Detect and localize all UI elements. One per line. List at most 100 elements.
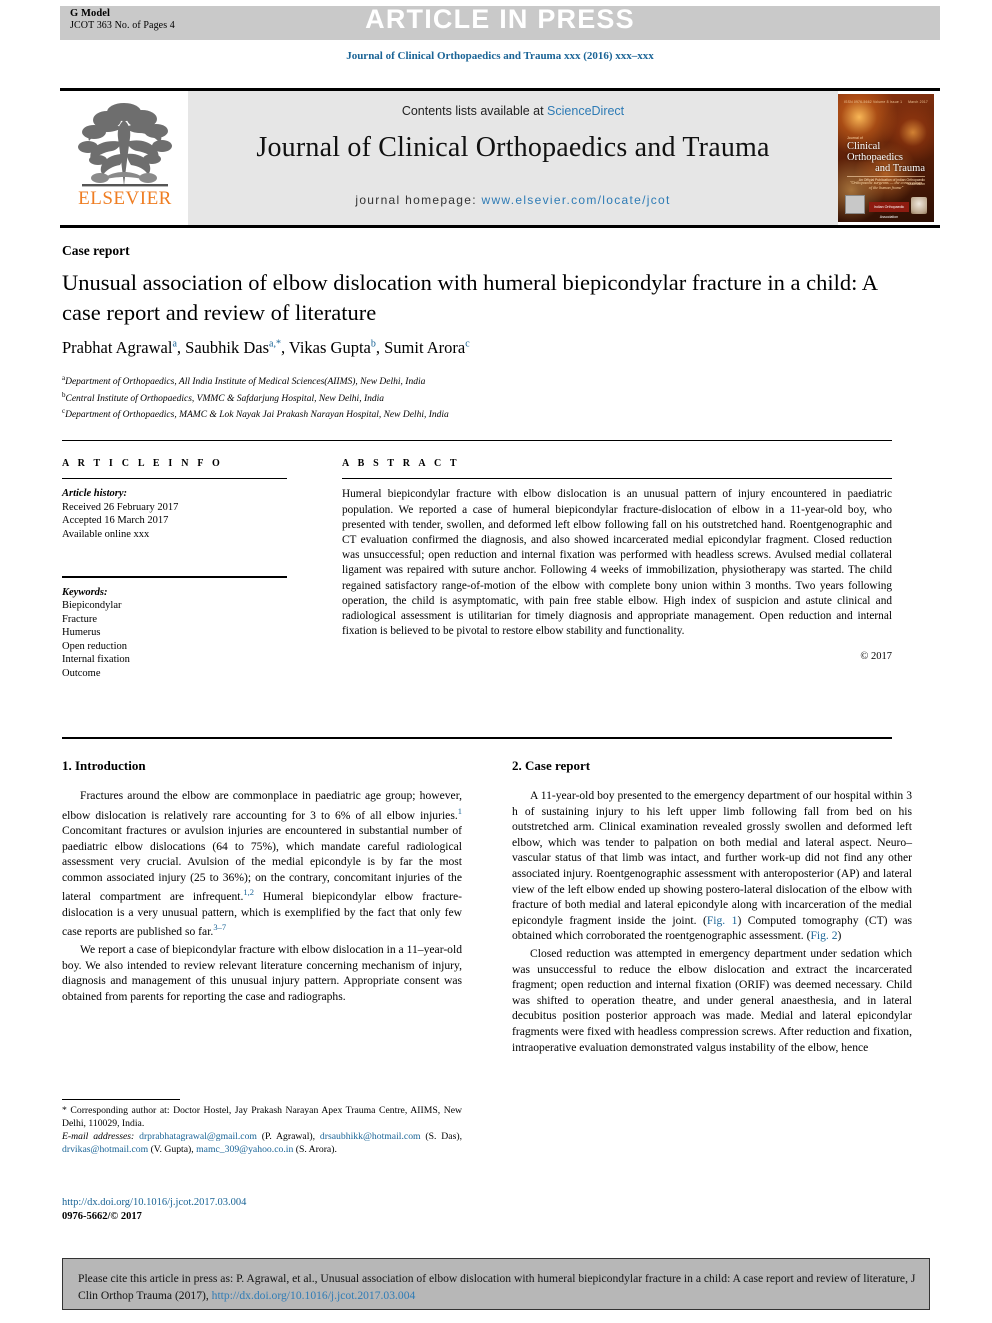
keyword-item: Open reduction	[62, 640, 128, 652]
paragraph: Closed reduction was attempted in emerge…	[512, 946, 912, 1054]
email-owner: (V. Gupta),	[148, 1144, 197, 1155]
info-rule-bottom	[62, 737, 892, 739]
figure-link[interactable]: Fig. 2	[810, 929, 837, 942]
journal-masthead: ELSEVIER Contents lists available at Sci…	[60, 88, 940, 228]
cite-doi-link[interactable]: http://dx.doi.org/10.1016/j.jcot.2017.03…	[212, 1289, 416, 1302]
corresponding-author-note: * Corresponding author at: Doctor Hostel…	[62, 1105, 462, 1129]
cover-issn: ISSN 0976-5662 Volume 8 Issue 1	[844, 100, 903, 104]
article-history-block: Article history: Received 26 February 20…	[62, 487, 287, 541]
contents-prefix: Contents lists available at	[401, 104, 548, 118]
email-link[interactable]: drsaubhikk@hotmail.com	[320, 1131, 421, 1142]
journal-reference-line: Journal of Clinical Orthopaedics and Tra…	[346, 50, 654, 62]
cover-top-line: ISSN 0976-5662 Volume 8 Issue 1 March 20…	[844, 100, 928, 104]
abstract-divider	[342, 478, 892, 480]
article-history-item: Available online xxx	[62, 528, 150, 540]
abstract-column: A B S T R A C T Humeral biepicondylar fr…	[342, 458, 892, 662]
keyword-item: Humerus	[62, 627, 101, 639]
email-link[interactable]: mamc_309@yahoo.co.in	[196, 1144, 293, 1155]
email-addresses-note: E-mail addresses: drprabhatagrawal@gmail…	[62, 1130, 462, 1156]
contents-available-line: Contents lists available at ScienceDirec…	[188, 104, 838, 118]
paragraph: A 11-year-old boy presented to the emerg…	[512, 789, 913, 943]
affiliation-item: bCentral Institute of Orthopaedics, VMMC…	[62, 390, 385, 404]
journal-cover-thumbnail: ISSN 0976-5662 Volume 8 Issue 1 March 20…	[838, 94, 934, 222]
paragraph: Fractures around the elbow are commonpla…	[62, 789, 462, 939]
email-owner: (P. Agrawal),	[256, 1131, 320, 1142]
introduction-body: Fractures around the elbow are commonpla…	[62, 788, 462, 1004]
cite-text-body: Please cite this article in press as: P.…	[78, 1272, 916, 1302]
keyword-item: Outcome	[62, 667, 101, 679]
elsevier-wordmark: ELSEVIER	[78, 188, 172, 209]
email-owner: (S. Das),	[420, 1131, 462, 1142]
figure-link[interactable]: Fig. 1	[707, 914, 738, 927]
email-owner: (S. Arora).	[293, 1144, 337, 1155]
author-affiliation-mark: a,*	[269, 338, 281, 350]
cover-badge-left	[845, 195, 865, 214]
citation-reference[interactable]: 1,2	[243, 887, 254, 897]
sciencedirect-link[interactable]: ScienceDirect	[547, 104, 624, 118]
article-info-divider	[62, 478, 287, 480]
footnote-block: * Corresponding author at: Doctor Hostel…	[62, 1104, 462, 1156]
cover-title-line2: and Trauma	[875, 163, 925, 174]
masthead-rule-bottom	[60, 225, 940, 228]
heading-introduction: 1. Introduction	[62, 758, 146, 773]
heading-case-report: 2. Case report	[512, 758, 591, 773]
author-name: Prabhat Agrawal	[62, 338, 173, 357]
article-history-label: Article history:	[62, 488, 128, 500]
info-rule-top	[62, 440, 892, 441]
author-affiliation-mark: b	[370, 338, 376, 350]
affiliation-item: aDepartment of Orthopaedics, All India I…	[62, 374, 426, 388]
cover-date: March 2017	[908, 100, 928, 104]
cover-badge-emblem-icon	[911, 197, 927, 214]
author-name: Sumit Arora	[384, 338, 466, 357]
author-affiliation-mark: a	[172, 338, 177, 350]
cover-quote: "Orthopaedic surgeons — the conservators…	[849, 180, 923, 190]
keywords-block: Keywords: Biepicondylar Fracture Humerus Op…	[62, 586, 287, 681]
column-left: 1. Introduction Fractures around the elb…	[62, 758, 462, 1006]
author-name: Vikas Gupta	[288, 338, 371, 357]
footnote-divider	[62, 1099, 180, 1100]
author-affiliation-mark: c	[465, 338, 470, 350]
article-history-items: Received 26 February 2017 Accepted 16 Mar…	[62, 502, 178, 540]
article-info-column: A R T I C L E I N F O Article history: R…	[62, 458, 287, 680]
abstract-heading: A B S T R A C T	[342, 458, 460, 469]
author-name: Saubhik Das	[185, 338, 270, 357]
article-type-label: Case report	[62, 243, 130, 258]
abstract-text: Humeral biepicondylar fracture with elbo…	[342, 488, 892, 638]
article-history-item: Received 26 February 2017	[62, 501, 179, 513]
column-right: 2. Case report A 11-year-old boy present…	[512, 758, 912, 1057]
email-addresses-label: E-mail addresses:	[62, 1131, 140, 1142]
doi-block: http://dx.doi.org/10.1016/j.jcot.2017.03…	[62, 1196, 246, 1224]
keyword-item: Biepicondylar	[62, 600, 122, 612]
author-list: Prabhat Agrawala, Saubhik Dasa,*, Vikas …	[62, 338, 470, 357]
journal-homepage-line: journal homepage: www.elsevier.com/locat…	[188, 193, 838, 207]
article-info-heading: A R T I C L E I N F O	[62, 458, 223, 469]
citation-reference[interactable]: 1	[458, 806, 462, 816]
cover-pretitle: Journal of	[847, 136, 863, 140]
cover-title: Clinical Orthopaedics and Trauma	[847, 141, 925, 174]
issn-copyright: 0976-5662/© 2017	[62, 1211, 142, 1222]
email-link[interactable]: drprabhatagrawal@gmail.com	[139, 1131, 257, 1142]
elsevier-tree-icon	[78, 103, 172, 187]
page-title: Unusual association of elbow dislocation…	[62, 270, 877, 325]
affiliation-item: cDepartment of Orthopaedics, MAMC & Lok …	[62, 407, 449, 421]
cover-title-block: Journal of Clinical Orthopaedics and Tra…	[847, 136, 925, 186]
doi-link[interactable]: http://dx.doi.org/10.1016/j.jcot.2017.03…	[62, 1197, 246, 1208]
journal-title: Journal of Clinical Orthopaedics and Tra…	[256, 132, 770, 163]
affiliation-list: aDepartment of Orthopaedics, All India I…	[62, 372, 762, 422]
homepage-url-link[interactable]: www.elsevier.com/locate/jcot	[482, 193, 671, 207]
paragraph: We report a case of biepicondylar fractu…	[62, 942, 462, 1003]
keyword-item: Internal fixation	[62, 654, 130, 666]
keyword-item: Fracture	[62, 613, 97, 625]
email-link[interactable]: drvikas@hotmail.com	[62, 1144, 148, 1155]
elsevier-logo: ELSEVIER	[68, 94, 182, 222]
cover-title-line1: Clinical Orthopaedics	[847, 141, 903, 163]
cite-this-article-text: Please cite this article in press as: P.…	[78, 1270, 918, 1304]
citation-reference[interactable]: 3–7	[213, 922, 226, 932]
abstract-copyright: © 2017	[860, 651, 892, 663]
cover-badge-association: Indian Orthopaedic Association	[869, 202, 909, 219]
case-report-body: A 11-year-old boy presented to the emerg…	[512, 788, 912, 1055]
keywords-label: Keywords:	[62, 586, 108, 598]
keywords-items: Biepicondylar Fracture Humerus Open reducti…	[62, 600, 130, 679]
article-history-item: Accepted 16 March 2017	[62, 515, 169, 527]
